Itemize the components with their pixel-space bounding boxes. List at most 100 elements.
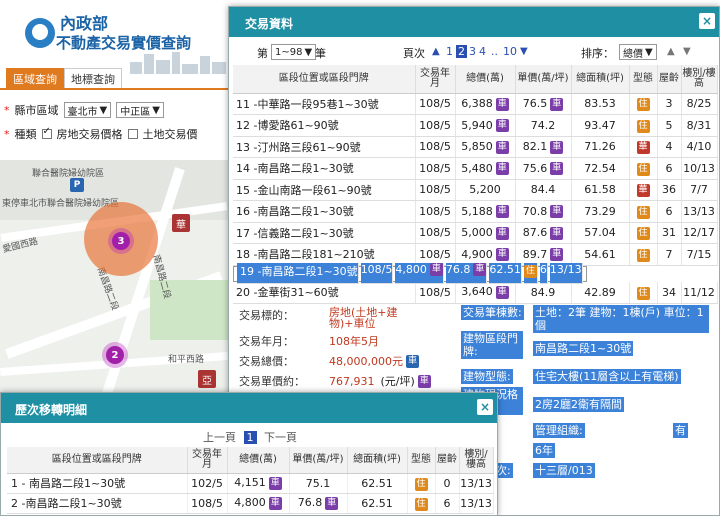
column-header[interactable]: 樓別/樓高 bbox=[459, 447, 494, 474]
type-label: 種類 bbox=[14, 128, 37, 141]
close-button[interactable]: × bbox=[477, 399, 493, 415]
table-row[interactable]: 2 -南昌路二段1~30號 108/5 4,800 車 76.8 車 62.51 住 6 13/1… bbox=[7, 493, 494, 514]
close-button[interactable]: × bbox=[699, 13, 715, 29]
cell-address[interactable]: 15 -金山南路一段61~90號 bbox=[233, 179, 416, 201]
detail-addr-value: 南昌路二段1~30號 bbox=[533, 341, 634, 356]
table-row[interactable]: 15 -金山南路一段61~90號 108/5 5,200 84.4 61.58 華 36 7/… bbox=[233, 179, 718, 201]
cell-address[interactable]: 12 -博愛路61~90號 bbox=[233, 114, 416, 137]
history-window-header[interactable]: 歷次移轉明細 × bbox=[1, 393, 497, 423]
detail-target-value: 房地(土地+建物)+車位 bbox=[329, 306, 398, 330]
map-label-hospital: 聯合醫院婦幼院區 bbox=[32, 169, 105, 179]
column-header[interactable]: 總面積(坪) bbox=[347, 447, 408, 474]
cell-address[interactable]: 14 -南昌路二段1~30號 bbox=[233, 157, 416, 180]
page-link-10[interactable]: 10 bbox=[503, 45, 517, 58]
cell-address[interactable]: 13 -汀州路三段61~90號 bbox=[233, 136, 416, 158]
city-select[interactable]: 臺北市 ▼ bbox=[63, 102, 112, 118]
car-badge-icon: 車 bbox=[495, 285, 509, 299]
cell-address[interactable]: 19 -南昌路二段1~30號 bbox=[237, 262, 359, 285]
tab-region-query[interactable]: 區域查詢 bbox=[6, 68, 64, 88]
page-link-4[interactable]: 4 bbox=[479, 45, 486, 58]
sort-select[interactable]: 總價 ▼ bbox=[619, 44, 657, 60]
cell-address[interactable]: 11 -中華路一段95巷1~30號 bbox=[233, 93, 416, 115]
column-header[interactable]: 單價(萬/坪) bbox=[515, 65, 572, 94]
map-pin-hua[interactable]: 華 bbox=[172, 214, 190, 232]
detail-target-label: 交易標的： bbox=[239, 309, 294, 322]
car-badge-icon: 車 bbox=[417, 374, 431, 388]
cell-type: 住 bbox=[629, 114, 658, 137]
map-pin-ya[interactable]: 亞 bbox=[198, 370, 216, 388]
column-header[interactable]: 交易年月 bbox=[415, 65, 456, 94]
column-header[interactable]: 交易年月 bbox=[187, 447, 228, 474]
sort-asc-icon[interactable]: ▲ bbox=[667, 46, 675, 57]
cell-trade-month: 108/5 bbox=[415, 200, 456, 223]
site-logo[interactable]: 內政部 不動產交易實價查詢 bbox=[20, 8, 230, 58]
cell-unit-price: 75.6 車 bbox=[515, 157, 572, 180]
cell-trade-month: 108/5 bbox=[415, 93, 456, 115]
tab-landmark-query[interactable]: 地標查詢 bbox=[64, 68, 122, 88]
history-current-page[interactable]: 1 bbox=[243, 431, 257, 444]
building-type-badge: 住 bbox=[636, 248, 650, 262]
range-select[interactable]: 1~98 ▼ bbox=[271, 44, 317, 60]
page-link-1[interactable]: 1 bbox=[446, 45, 453, 58]
cell-type: 華 bbox=[629, 136, 658, 158]
cell-unit-price: 74.2 bbox=[515, 114, 572, 137]
table-row[interactable]: 16 -南昌路二段1~30號 108/5 5,188 車 70.8 車 73.29 住 6 13/… bbox=[233, 200, 718, 223]
cell-total-price: 5,480 車 bbox=[455, 157, 516, 180]
column-header[interactable]: 屋齡 bbox=[657, 65, 682, 94]
page-current-2[interactable]: 2 bbox=[456, 45, 467, 58]
cell-age: 5 bbox=[657, 114, 682, 137]
total-price-text: 4,900 bbox=[461, 247, 493, 261]
parking-icon: P bbox=[70, 178, 84, 192]
table-row[interactable]: 13 -汀州路三段61~90號 108/5 5,850 車 82.1 車 71.26 華 4 4/… bbox=[233, 136, 718, 158]
column-header[interactable]: 型態 bbox=[629, 65, 658, 94]
table-row[interactable]: 12 -博愛路61~90號 108/5 5,940 車 74.2 93.47 住 5 8/31 bbox=[233, 114, 718, 137]
cluster-marker-3[interactable]: 3 bbox=[112, 232, 130, 250]
column-header[interactable]: 屋齡 bbox=[435, 447, 460, 474]
column-header[interactable]: 總價(萬) bbox=[227, 447, 290, 474]
column-header[interactable]: 單價(萬/坪) bbox=[289, 447, 348, 474]
filter-panel: * 縣市區域 臺北市▼ 中正區▼ * 種類 房地交易價格 土地交易價 bbox=[4, 98, 228, 146]
column-header[interactable]: 總價(萬) bbox=[455, 65, 516, 94]
table-row[interactable]: 14 -南昌路二段1~30號 108/5 5,480 車 75.6 車 72.54 住 6 10/… bbox=[233, 157, 718, 180]
table-row[interactable]: 20 -金華街31~60號 108/5 3,640 車 84.9 42.89 住 34 11/1… bbox=[233, 281, 718, 304]
page-link-3[interactable]: 3 bbox=[469, 45, 476, 58]
car-badge-icon: 車 bbox=[495, 97, 509, 111]
column-header[interactable]: 型態 bbox=[407, 447, 436, 474]
cell-age: 7 bbox=[657, 243, 682, 266]
column-header[interactable]: 樓別/樓高 bbox=[681, 65, 718, 94]
district-select[interactable]: 中正區 ▼ bbox=[116, 102, 164, 118]
unit-price-text: 75.6 bbox=[522, 161, 548, 175]
house-price-checkbox[interactable] bbox=[41, 126, 52, 139]
cell-address[interactable]: 20 -金華街31~60號 bbox=[233, 281, 416, 304]
history-pager: 上一頁 1 下一頁 bbox=[1, 429, 499, 445]
prev-page-icon[interactable]: ▲ bbox=[432, 46, 440, 57]
table-row[interactable]: 1 - 南昌路二段1~30號 102/5 4,151 車 75.1 62.51 住 0 13/1… bbox=[7, 473, 494, 494]
table-row[interactable]: 17 -信義路二段1~30號 108/5 5,000 車 87.6 車 57.04 住 31 12… bbox=[233, 222, 718, 244]
trade-window-header[interactable]: 交易資料 × bbox=[229, 7, 719, 37]
cell-area: 57.04 bbox=[571, 222, 630, 244]
detail-layout-value: 2房2廳2衛有隔間 bbox=[533, 397, 624, 412]
building-type-badge: 住 bbox=[636, 286, 650, 300]
sort-desc-icon[interactable]: ▼ bbox=[683, 46, 691, 57]
land-price-checkbox[interactable] bbox=[127, 129, 138, 139]
detail-left: 交易標的： 房地(土地+建物)+車位 交易年月： 108年5月 交易總價： 48… bbox=[239, 303, 459, 391]
column-header[interactable]: 區段位置或區段門牌 bbox=[233, 65, 416, 94]
cell-age: 31 bbox=[657, 222, 682, 244]
history-next-page[interactable]: 下一頁 bbox=[264, 431, 297, 444]
table-row[interactable]: 19 -南昌路二段1~30號 108/5 4,800 車 76.8 車 62.51 住 6 13/… bbox=[233, 262, 587, 285]
trade-window-title: 交易資料 bbox=[245, 17, 294, 31]
next-page-icon[interactable]: ▼ bbox=[520, 46, 528, 57]
detail-ym-label: 交易年月： bbox=[239, 335, 294, 348]
detail-unit-value: 767,931 bbox=[329, 374, 375, 388]
chevron-down-icon: ▼ bbox=[645, 46, 653, 58]
cell-address[interactable]: 17 -信義路二段1~30號 bbox=[233, 222, 416, 244]
cell-address[interactable]: 16 -南昌路二段1~30號 bbox=[233, 200, 416, 223]
history-table-header: 區段位置或區段門牌 交易年月 總價(萬) 單價(萬/坪) 總面積(坪) 型態 屋齡 樓別/樓高 bbox=[7, 447, 494, 474]
city-filter-row: * 縣市區域 臺北市 ▼ 中正區 ▼ bbox=[4, 98, 228, 122]
cluster-marker-2[interactable]: 2 bbox=[106, 346, 124, 364]
column-header[interactable]: 總面積(坪) bbox=[571, 65, 630, 94]
building-type-badge: 住 bbox=[523, 264, 537, 278]
table-row[interactable]: 11 -中華路一段95巷1~30號 108/5 6,388 車 76.5 車 83.53 住 3… bbox=[233, 93, 718, 115]
column-header[interactable]: 區段位置或區段門牌 bbox=[7, 447, 188, 474]
history-prev-page[interactable]: 上一頁 bbox=[203, 431, 236, 444]
